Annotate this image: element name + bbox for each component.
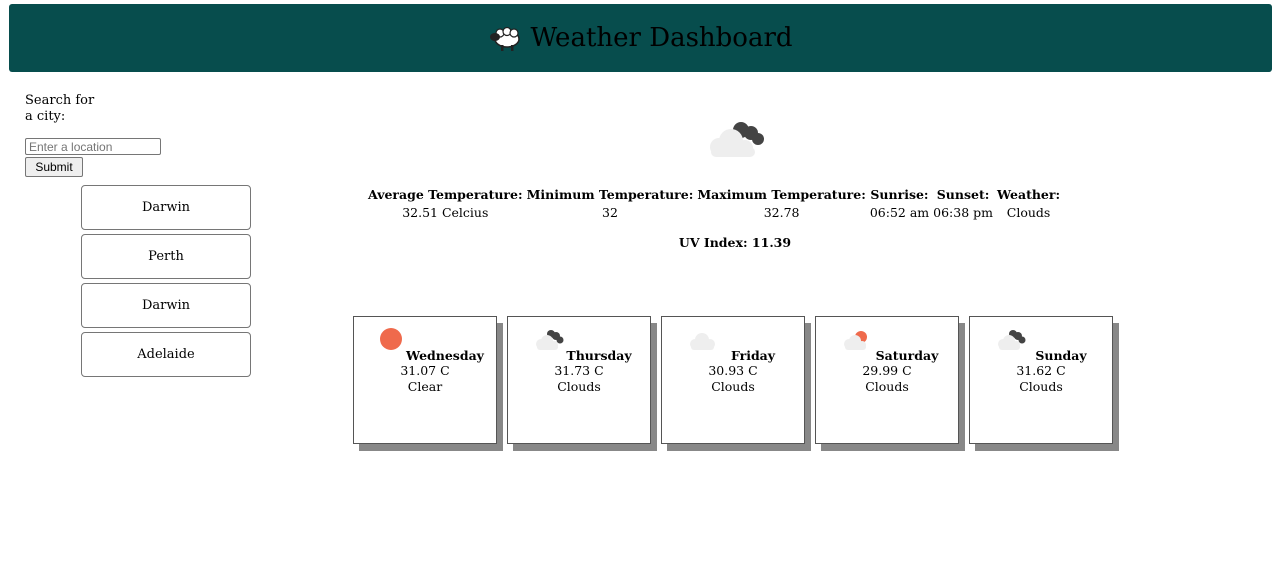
forecast-condition: Clouds [865, 379, 909, 394]
history-button-perth[interactable]: Perth [81, 234, 251, 279]
forecast-temp: 31.07 C [400, 363, 450, 378]
sunset-value: 06:38 pm [933, 204, 993, 220]
submit-button[interactable]: Submit [25, 157, 83, 177]
history-button-darwin-2[interactable]: Darwin [81, 283, 251, 328]
forecast-temp: 31.62 C [1016, 363, 1066, 378]
search-label: Search for a city: [25, 93, 95, 124]
forecast-card: Saturday 29.99 C Clouds [815, 316, 959, 444]
sunrise-value: 06:52 am [869, 204, 930, 220]
forecast-temp: 29.99 C [862, 363, 912, 378]
avg-temp-header: Average Temperature: [368, 186, 523, 202]
forecast-day: Sunday [1035, 348, 1087, 363]
max-temp-header: Maximum Temperature: [697, 186, 866, 202]
forecast-temp: 30.93 C [708, 363, 758, 378]
forecast-day: Saturday [875, 348, 939, 363]
min-temp-value: 32 [602, 204, 618, 220]
location-search-input[interactable] [25, 138, 161, 155]
history-button-darwin[interactable]: Darwin [81, 185, 251, 230]
sunrise-header: Sunrise: [870, 186, 929, 202]
forecast-day: Friday [730, 348, 776, 363]
sunset-header: Sunset: [936, 186, 990, 202]
forecast-card: Friday 30.93 C Clouds [661, 316, 805, 444]
sheep-icon [490, 26, 521, 51]
weather-value: Clouds [1006, 204, 1051, 220]
forecast-condition: Clouds [711, 379, 755, 394]
forecast-condition: Clouds [1019, 379, 1063, 394]
forecast-card: Thursday 31.73 C Clouds [507, 316, 651, 444]
forecast-card: Sunday 31.62 C Clouds [969, 316, 1113, 444]
forecast-card: Wednesday 31.07 C Clear [353, 316, 497, 444]
page-title: Weather Dashboard [530, 23, 793, 53]
max-temp-value: 32.78 [763, 204, 800, 220]
forecast-condition: Clouds [557, 379, 601, 394]
weather-header: Weather: [997, 186, 1061, 202]
forecast-condition: Clear [407, 379, 443, 394]
history-button-adelaide[interactable]: Adelaide [81, 332, 251, 377]
uv-index: UV Index: 11.39 [678, 235, 792, 250]
current-weather-table: Average Temperature: Minimum Temperature… [366, 186, 1062, 220]
header-bar: Weather Dashboard [9, 4, 1272, 72]
min-temp-header: Minimum Temperature: [526, 186, 694, 202]
forecast-temp: 31.73 C [554, 363, 604, 378]
cloudy-icon [710, 122, 764, 157]
search-history-list: Darwin Perth Darwin Adelaide [81, 185, 251, 381]
forecast-day: Thursday [566, 348, 632, 363]
avg-temp-value: 32.51 Celcius [402, 204, 489, 220]
forecast-day: Wednesday [406, 348, 484, 363]
